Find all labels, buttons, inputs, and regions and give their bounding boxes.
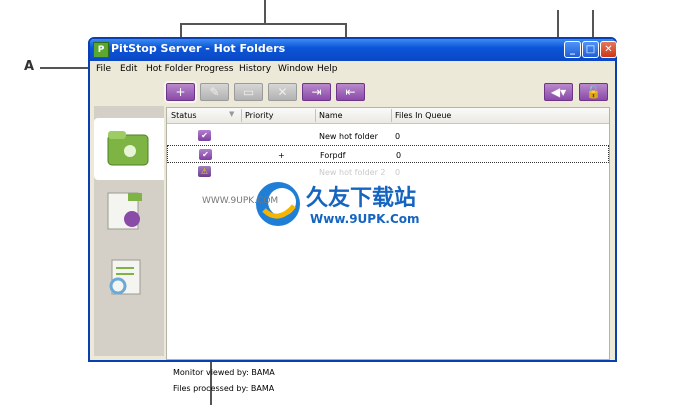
export-icon: ⇤ xyxy=(345,85,356,99)
open-folder-button[interactable]: ▭ xyxy=(234,83,263,101)
row-priority: + xyxy=(278,151,285,160)
col-priority[interactable]: Priority xyxy=(245,111,273,120)
edit-button[interactable]: ✎ xyxy=(200,83,229,101)
pdf-preflight-icon xyxy=(107,192,142,230)
table-row[interactable]: ✔ + Forpdf 0 xyxy=(167,145,609,163)
unlock-icon: 🔓 xyxy=(586,85,601,99)
table-row[interactable]: ✔ New hot folder 0 xyxy=(167,127,609,145)
folder-icon: ▭ xyxy=(242,85,255,99)
warning-icon: ⚠ xyxy=(198,166,211,177)
title-bar: P PitStop Server - Hot Folders _ □ ✕ xyxy=(90,39,617,61)
row-name: Forpdf xyxy=(320,151,346,160)
menu-window[interactable]: Window xyxy=(278,64,314,74)
unlock-button[interactable]: 🔓 xyxy=(579,83,608,101)
monitor-viewed-by: Monitor viewed by: BAMA xyxy=(173,368,275,377)
col-divider[interactable] xyxy=(391,109,392,122)
menu-help[interactable]: Help xyxy=(317,64,338,74)
sidebar-item-reports[interactable] xyxy=(102,256,154,306)
files-processed-by: Files processed by: BAMA xyxy=(173,384,275,393)
delete-x-icon: ✕ xyxy=(277,85,288,99)
row-files: 0 xyxy=(396,151,402,160)
pitstop-icon: P xyxy=(93,42,109,58)
export-button[interactable]: ⇤ xyxy=(336,83,365,101)
maximize-button[interactable]: □ xyxy=(582,41,599,58)
sidebar xyxy=(94,106,164,356)
row-name: New hot folder 2 xyxy=(319,168,386,177)
col-status[interactable]: Status xyxy=(171,111,197,120)
col-files-in-queue[interactable]: Files In Queue xyxy=(395,111,451,120)
toolbar: + ✎ ▭ ✕ ⇥ ⇤ ◀▾ 🔓 xyxy=(90,77,615,105)
edit-pencil-icon: ✎ xyxy=(209,85,220,99)
row-files: 0 xyxy=(395,132,401,141)
report-icon xyxy=(109,259,141,295)
sidebar-item-hot-folders[interactable] xyxy=(94,118,164,180)
callout-bracket-toolbar xyxy=(180,23,347,25)
menu-progress[interactable]: Progress xyxy=(195,64,233,74)
sidebar-item-preflight[interactable] xyxy=(102,189,154,239)
callout-line-toolbar-top xyxy=(264,0,266,23)
delete-button[interactable]: ✕ xyxy=(268,83,297,101)
check-icon: ✔ xyxy=(199,149,212,160)
import-button[interactable]: ⇥ xyxy=(302,83,331,101)
check-icon: ✔ xyxy=(198,130,211,141)
row-files: 0 xyxy=(395,168,401,177)
hot-folders-icon xyxy=(107,131,149,166)
col-name[interactable]: Name xyxy=(319,111,343,120)
menu-bar: File Edit Hot Folder Progress History Wi… xyxy=(90,61,615,77)
table-header: Status ▼ Priority Name Files In Queue xyxy=(167,108,609,124)
callout-label-a: A xyxy=(24,59,35,74)
menu-history[interactable]: History xyxy=(239,64,271,74)
close-button[interactable]: ✕ xyxy=(600,41,617,58)
col-divider[interactable] xyxy=(241,109,242,122)
callout-line-footer xyxy=(210,357,212,405)
app-window: P PitStop Server - Hot Folders _ □ ✕ Fil… xyxy=(88,37,617,393)
col-divider[interactable] xyxy=(315,109,316,122)
new-hot-folder-icon: + xyxy=(175,85,186,99)
menu-edit[interactable]: Edit xyxy=(120,64,137,74)
sort-arrow-icon: ▼ xyxy=(229,110,235,118)
hot-folder-list: Status ▼ Priority Name Files In Queue ✔ … xyxy=(166,107,610,393)
minimize-button[interactable]: _ xyxy=(564,41,581,58)
megaphone-icon: ◀▾ xyxy=(550,85,567,99)
import-icon: ⇥ xyxy=(311,85,322,99)
window-title: PitStop Server - Hot Folders xyxy=(111,42,286,55)
announce-button[interactable]: ◀▾ xyxy=(544,83,573,101)
menu-file[interactable]: File xyxy=(96,64,111,74)
menu-hot-folder[interactable]: Hot Folder xyxy=(146,64,192,74)
row-name: New hot folder xyxy=(319,132,378,141)
new-hot-folder-button[interactable]: + xyxy=(164,81,197,103)
table-row[interactable]: ⚠ New hot folder 2 0 xyxy=(167,163,609,181)
